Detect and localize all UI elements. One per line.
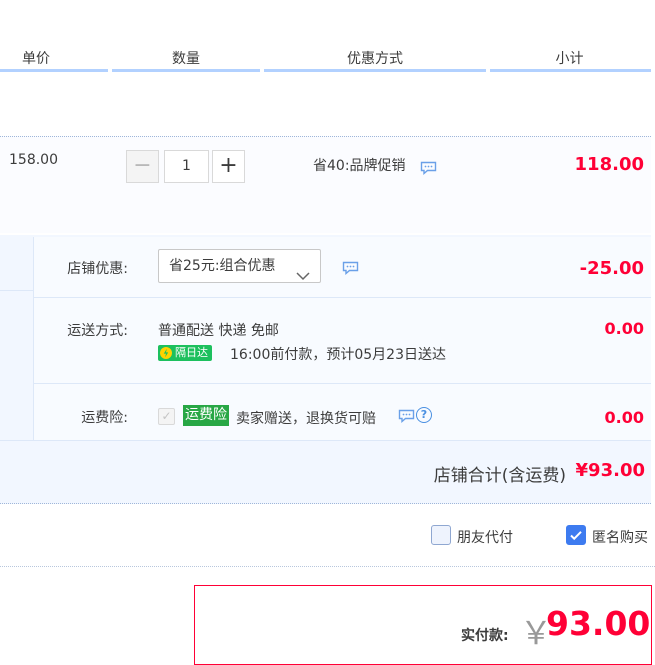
- store-discount-select[interactable]: 省25元:组合优惠: [158, 249, 321, 283]
- header-underline: [0, 69, 108, 72]
- delivery-estimate: 16:00前付款，预计05月23日送达: [230, 347, 446, 363]
- friend-pay-checkbox[interactable]: [431, 525, 451, 545]
- divider: [0, 290, 33, 291]
- insurance-badge: 运费险: [183, 405, 229, 426]
- divider: [0, 440, 651, 441]
- divider: [33, 383, 651, 384]
- header-underline: [112, 69, 260, 72]
- store-discount-label: 店铺优惠:: [67, 261, 128, 277]
- store-discount-amount: -25.00: [579, 258, 644, 279]
- store-discount-value: 省25元:组合优惠: [169, 258, 276, 274]
- help-icon[interactable]: ?: [416, 407, 432, 423]
- anonymous-checkbox[interactable]: [566, 525, 586, 545]
- col-header-promotion: 优惠方式: [347, 51, 403, 67]
- item-promotion: 省40:品牌促销: [313, 158, 406, 174]
- store-total-label: 店铺合计(含运费): [433, 466, 566, 486]
- shipping-method: 普通配送 快递 免邮: [158, 323, 279, 339]
- next-day-text: 隔日达: [175, 346, 208, 359]
- quantity-input[interactable]: 1: [164, 150, 209, 183]
- item-subtotal: 118.00: [574, 154, 644, 175]
- chat-bubble-icon[interactable]: [420, 160, 437, 179]
- shipping-amount: 0.00: [604, 319, 644, 338]
- chat-bubble-icon[interactable]: [342, 260, 359, 279]
- insurance-amount: 0.00: [604, 408, 644, 427]
- check-icon: [570, 531, 582, 541]
- chevron-down-icon: [296, 261, 310, 293]
- col-header-subtotal: 小计: [555, 51, 584, 67]
- payment-amount: 93.00: [546, 604, 651, 643]
- shipping-label: 运送方式:: [67, 323, 128, 339]
- col-header-quantity: 数量: [172, 51, 200, 67]
- store-total-amount: ¥93.00: [575, 460, 645, 481]
- insurance-label: 运费险:: [81, 410, 128, 426]
- quantity-decrease-button[interactable]: −: [126, 150, 159, 183]
- unit-price: 158.00: [9, 152, 58, 168]
- anonymous-label[interactable]: 匿名购买: [592, 527, 648, 547]
- cart-item-row: [0, 136, 651, 233]
- chat-bubble-icon[interactable]: [398, 408, 415, 427]
- divider: [33, 297, 651, 298]
- header-underline: [264, 69, 486, 72]
- insurance-checkbox[interactable]: ✓: [158, 408, 175, 425]
- divider: [0, 566, 655, 567]
- quantity-increase-button[interactable]: +: [212, 150, 245, 183]
- payment-label: 实付款:: [461, 628, 509, 644]
- lightning-icon: [160, 347, 172, 359]
- friend-pay-label[interactable]: 朋友代付: [457, 527, 513, 547]
- header-underline: [490, 69, 651, 72]
- insurance-description: 卖家赠送，退换货可赔: [236, 411, 376, 427]
- next-day-badge: 隔日达: [158, 345, 212, 361]
- col-header-price: 单价: [22, 51, 50, 67]
